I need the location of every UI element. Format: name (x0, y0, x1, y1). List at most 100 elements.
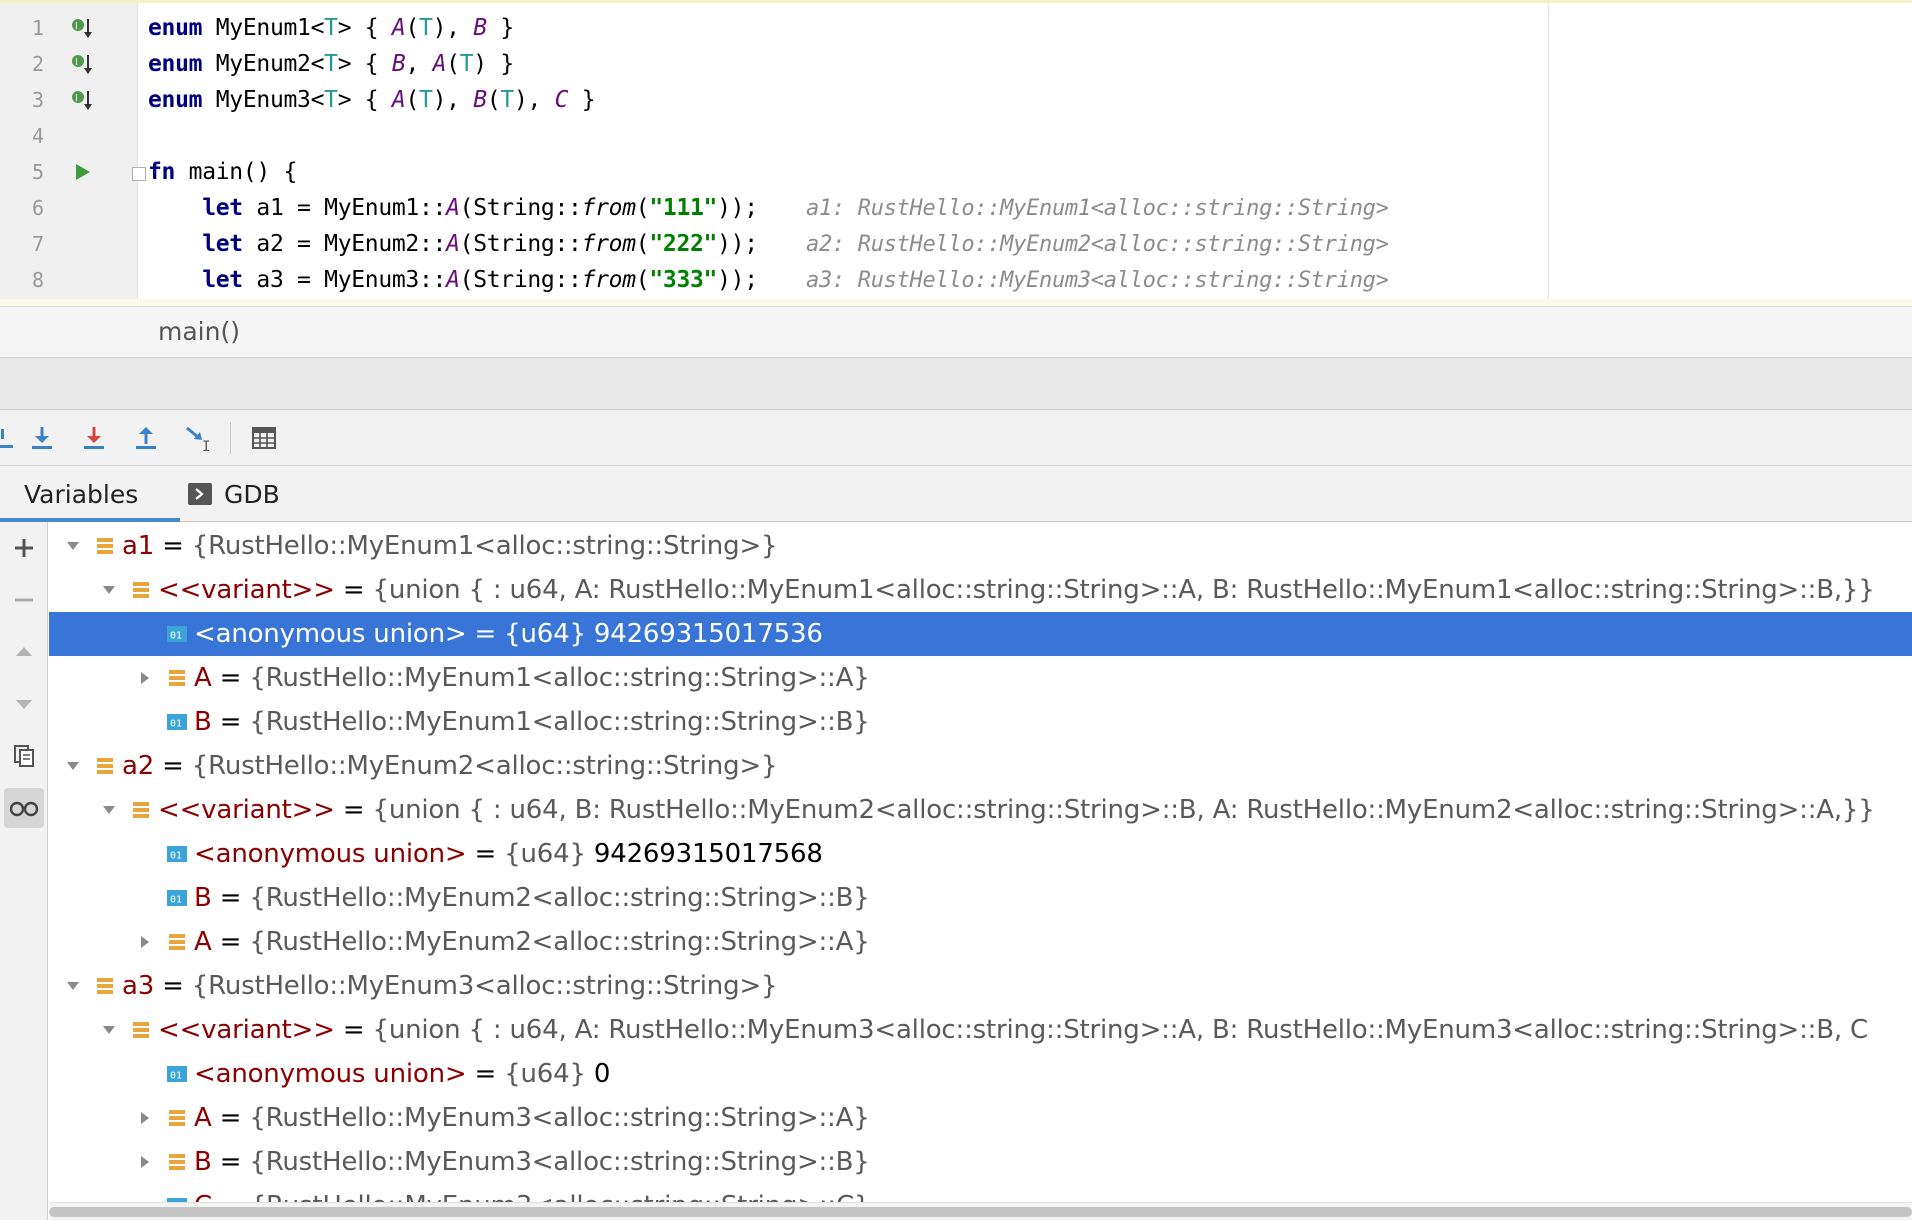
variable-type: {RustHello::MyEnum3<alloc::string::Strin… (249, 1103, 870, 1133)
copy-icon[interactable] (4, 736, 44, 776)
variable-row-a1[interactable]: a1 = {RustHello::MyEnum1<alloc::string::… (49, 524, 1912, 568)
inline-type-hint: a3: RustHello::MyEnum3<alloc::string::St… (806, 267, 1389, 293)
expand-right-icon[interactable] (135, 1108, 155, 1128)
code-text[interactable]: let a3 = MyEnum3::A(String::from("333"))… (148, 267, 758, 293)
variable-text: <anonymous union> = {u64} 0 (194, 1059, 610, 1089)
line-number[interactable]: 7 (0, 232, 44, 256)
step-out-icon[interactable] (128, 420, 164, 456)
variable-name: a1 (122, 531, 155, 561)
equals-sign: = (334, 795, 373, 825)
line-number[interactable]: 4 (0, 124, 44, 148)
expand-down-icon[interactable] (99, 580, 119, 600)
variable-row-a2[interactable]: a2 = {RustHello::MyEnum2<alloc::string::… (49, 744, 1912, 788)
variable-row-a2-anon[interactable]: 01 <anonymous union> = {u64} 942693150175… (49, 832, 1912, 876)
horizontal-scrollbar-thumb[interactable] (49, 1207, 1912, 1217)
code-line-1[interactable]: 1 Ienum MyEnum1<T> { A(T), B } (0, 10, 1912, 46)
line-number[interactable]: 1 (0, 16, 44, 40)
struct-field-icon (165, 1150, 189, 1174)
implemented-icon[interactable]: I (68, 50, 96, 78)
expand-down-icon[interactable] (63, 536, 83, 556)
variables-tree[interactable]: a1 = {RustHello::MyEnum1<alloc::string::… (49, 522, 1912, 1220)
code-line-6[interactable]: 6 let a1 = MyEnum1::A(String::from("111"… (0, 190, 1912, 226)
horizontal-scrollbar[interactable] (49, 1202, 1912, 1220)
variable-name: <anonymous union> (194, 619, 467, 649)
code-line-4[interactable]: 4 (0, 118, 1912, 154)
expand-right-icon[interactable] (135, 1152, 155, 1172)
svg-text:01: 01 (170, 1071, 182, 1082)
show-watches-glasses-icon[interactable] (4, 788, 44, 828)
variable-name: <<variant>> (158, 1015, 335, 1045)
code-text[interactable]: fn main() { (148, 159, 297, 185)
variable-row-a1-B[interactable]: 01 B = {RustHello::MyEnum1<alloc::string:… (49, 700, 1912, 744)
expand-right-icon[interactable] (135, 668, 155, 688)
variable-row-a1-anon[interactable]: 01 <anonymous union> = {u64} 942693150175… (49, 612, 1912, 656)
expand-down-icon[interactable] (99, 1020, 119, 1040)
code-line-8[interactable]: 8 let a3 = MyEnum3::A(String::from("333"… (0, 262, 1912, 298)
variable-row-a2-B[interactable]: 01 B = {RustHello::MyEnum2<alloc::string:… (49, 876, 1912, 920)
code-text[interactable]: enum MyEnum3<T> { A(T), B(T), C } (148, 87, 596, 113)
equals-sign: = (211, 663, 250, 693)
code-text[interactable]: enum MyEnum2<T> { B, A(T) } (148, 51, 514, 77)
code-line-2[interactable]: 2 Ienum MyEnum2<T> { B, A(T) } (0, 46, 1912, 82)
variable-type: {RustHello::MyEnum1<alloc::string::Strin… (249, 707, 870, 737)
panel-splitter[interactable] (0, 358, 1912, 410)
variable-row-a3-variant[interactable]: <<variant>> = {union { : u64, A: RustHel… (49, 1008, 1912, 1052)
expand-down-icon[interactable] (99, 800, 119, 820)
equals-sign: = (154, 531, 192, 561)
variable-row-a2-variant[interactable]: <<variant>> = {union { : u64, B: RustHel… (49, 788, 1912, 832)
line-number[interactable]: 3 (0, 88, 44, 112)
code-line-5[interactable]: 5 fn main() { (0, 154, 1912, 190)
variable-name: <anonymous union> (194, 839, 467, 869)
move-down-icon[interactable] (4, 684, 44, 724)
expand-down-icon[interactable] (63, 976, 83, 996)
force-step-into-icon[interactable] (76, 420, 112, 456)
code-text[interactable]: let a1 = MyEnum1::A(String::from("111"))… (148, 195, 758, 221)
tab-variables[interactable]: Variables (0, 466, 180, 522)
variable-row-a2-A[interactable]: A = {RustHello::MyEnum2<alloc::string::S… (49, 920, 1912, 964)
evaluate-expression-icon[interactable] (246, 420, 282, 456)
line-number[interactable]: 2 (0, 52, 44, 76)
variable-row-a3-B[interactable]: B = {RustHello::MyEnum3<alloc::string::S… (49, 1140, 1912, 1184)
step-into-icon[interactable] (24, 420, 60, 456)
run-to-cursor-icon[interactable]: I (180, 420, 216, 456)
move-up-icon[interactable] (4, 632, 44, 672)
primitive-value-icon: 01 (165, 842, 189, 866)
code-text[interactable]: let a2 = MyEnum2::A(String::from("222"))… (148, 231, 758, 257)
tab-gdb[interactable]: GDB (188, 466, 308, 522)
struct-field-icon (129, 578, 153, 602)
breadcrumb[interactable]: main() (0, 306, 1912, 358)
implemented-icon[interactable]: I (68, 14, 96, 42)
variable-row-a1-variant[interactable]: <<variant>> = {union { : u64, A: RustHel… (49, 568, 1912, 612)
remove-watch-icon[interactable] (4, 580, 44, 620)
implemented-icon[interactable]: I (68, 86, 96, 114)
line-number[interactable]: 5 (0, 160, 44, 184)
svg-text:I: I (202, 439, 210, 453)
variable-row-a3-A[interactable]: A = {RustHello::MyEnum3<alloc::string::S… (49, 1096, 1912, 1140)
run-icon[interactable] (68, 158, 96, 186)
equals-sign: = (211, 927, 250, 957)
equals-sign: = (334, 575, 373, 605)
variable-row-a1-A[interactable]: A = {RustHello::MyEnum1<alloc::string::S… (49, 656, 1912, 700)
variable-text: a3 = {RustHello::MyEnum3<alloc::string::… (122, 971, 778, 1001)
expand-right-icon[interactable] (135, 932, 155, 952)
struct-field-icon (165, 930, 189, 954)
variable-type: {union { : u64, A: RustHello::MyEnum1<al… (372, 575, 1875, 605)
variable-text: A = {RustHello::MyEnum2<alloc::string::S… (194, 927, 870, 957)
line-number[interactable]: 8 (0, 268, 44, 292)
code-line-7[interactable]: 7 let a2 = MyEnum2::A(String::from("222"… (0, 226, 1912, 262)
code-line-3[interactable]: 3 Ienum MyEnum3<T> { A(T), B(T), C } (0, 82, 1912, 118)
breadcrumb-item-main[interactable]: main() (158, 317, 240, 346)
variable-row-a3-anon[interactable]: 01 <anonymous union> = {u64} 0 (49, 1052, 1912, 1096)
add-watch-icon[interactable] (4, 528, 44, 568)
struct-field-icon (129, 798, 153, 822)
code-text[interactable]: enum MyEnum1<T> { A(T), B } (148, 15, 514, 41)
equals-sign: = (211, 883, 250, 913)
variable-row-a3[interactable]: a3 = {RustHello::MyEnum3<alloc::string::… (49, 964, 1912, 1008)
code-editor[interactable]: 1 Ienum MyEnum1<T> { A(T), B } 2 Ienum MyEn… (0, 0, 1912, 309)
expand-down-icon[interactable] (63, 756, 83, 776)
variable-type: {RustHello::MyEnum2<alloc::string::Strin… (249, 927, 870, 957)
fold-marker-icon[interactable] (132, 167, 146, 181)
line-number[interactable]: 6 (0, 196, 44, 220)
step-over-icon[interactable] (0, 420, 22, 456)
variable-value: 94269315017536 (585, 619, 823, 649)
